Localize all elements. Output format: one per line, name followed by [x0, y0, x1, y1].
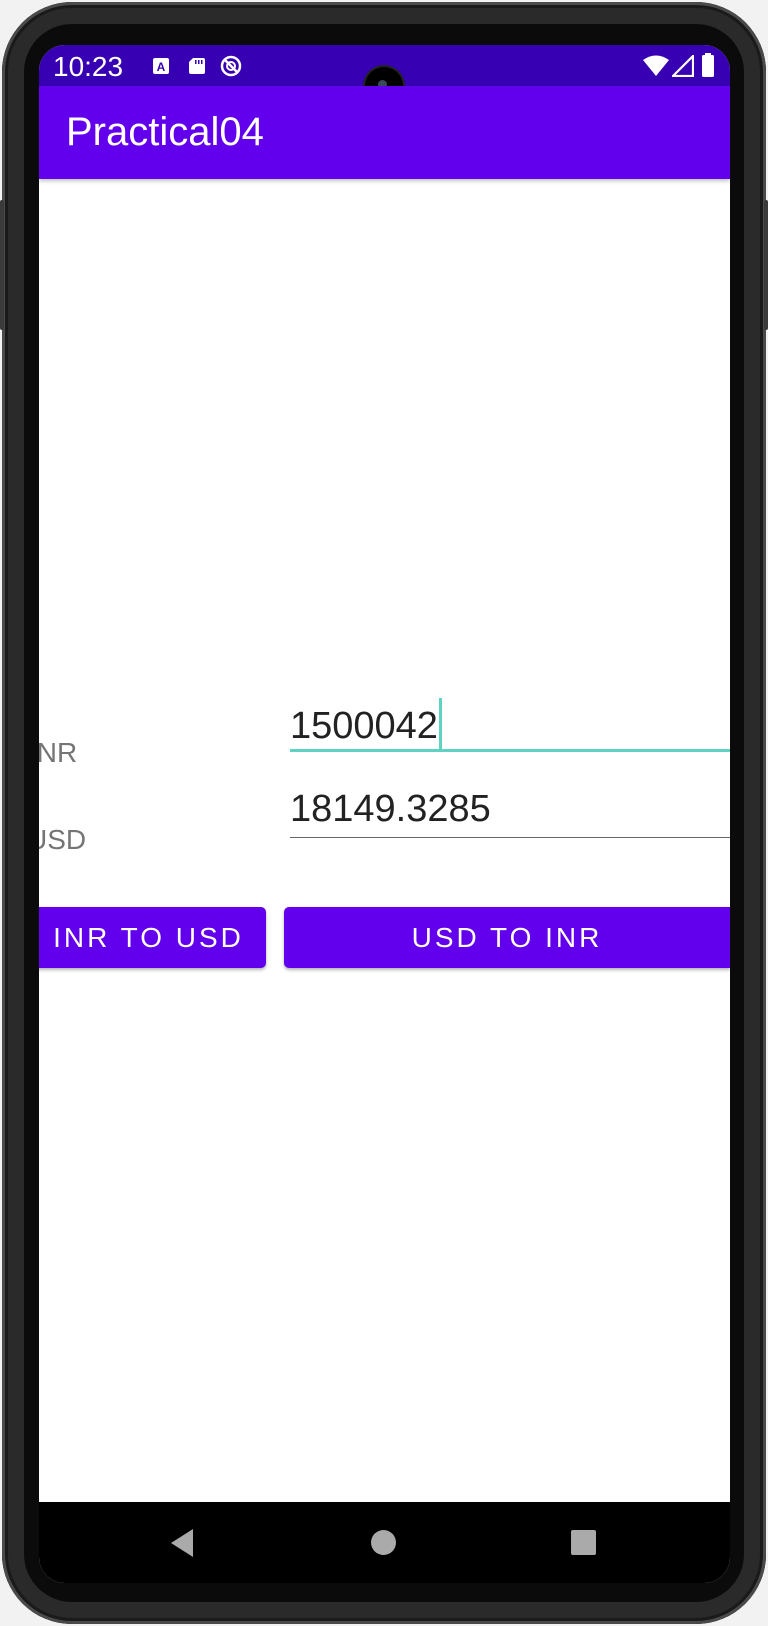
text-caret	[438, 698, 442, 750]
usd-input-value: 18149.3285	[290, 788, 491, 830]
navigation-bar	[39, 1502, 730, 1583]
signal-icon	[672, 55, 694, 77]
inr-input-value: 1500042	[290, 698, 442, 754]
home-icon[interactable]	[370, 1529, 397, 1556]
volume-button	[764, 200, 768, 330]
wifi-icon	[643, 55, 669, 76]
battery-icon	[702, 53, 714, 77]
inr-label: INR	[39, 737, 78, 768]
app-title: Practical04	[66, 110, 264, 154]
recents-icon[interactable]	[571, 1530, 596, 1555]
inr-to-usd-button[interactable]: INR TO USD	[39, 907, 266, 968]
inr-input[interactable]: 1500042	[290, 696, 730, 752]
no-location-icon	[220, 55, 242, 77]
app-bar: Practical04	[39, 86, 730, 179]
back-icon[interactable]	[169, 1528, 195, 1558]
usd-to-inr-button[interactable]: USD TO INR	[284, 907, 730, 968]
power-button	[0, 200, 4, 330]
status-time: 10:23	[53, 51, 124, 82]
usd-label: USD	[39, 824, 87, 855]
device-frame: 10:23 A Practical04 NR 1500042 SD 18149.…	[0, 0, 768, 1626]
screen: 10:23 A Practical04 NR 1500042 SD 18149.…	[39, 45, 730, 1583]
a-box-icon: A	[153, 58, 169, 74]
usd-input[interactable]: 18149.3285	[290, 782, 730, 838]
inr-input-underline	[290, 749, 730, 752]
usd-input-underline	[290, 837, 730, 838]
sd-card-icon	[189, 58, 205, 74]
svg-text:A: A	[157, 60, 166, 74]
